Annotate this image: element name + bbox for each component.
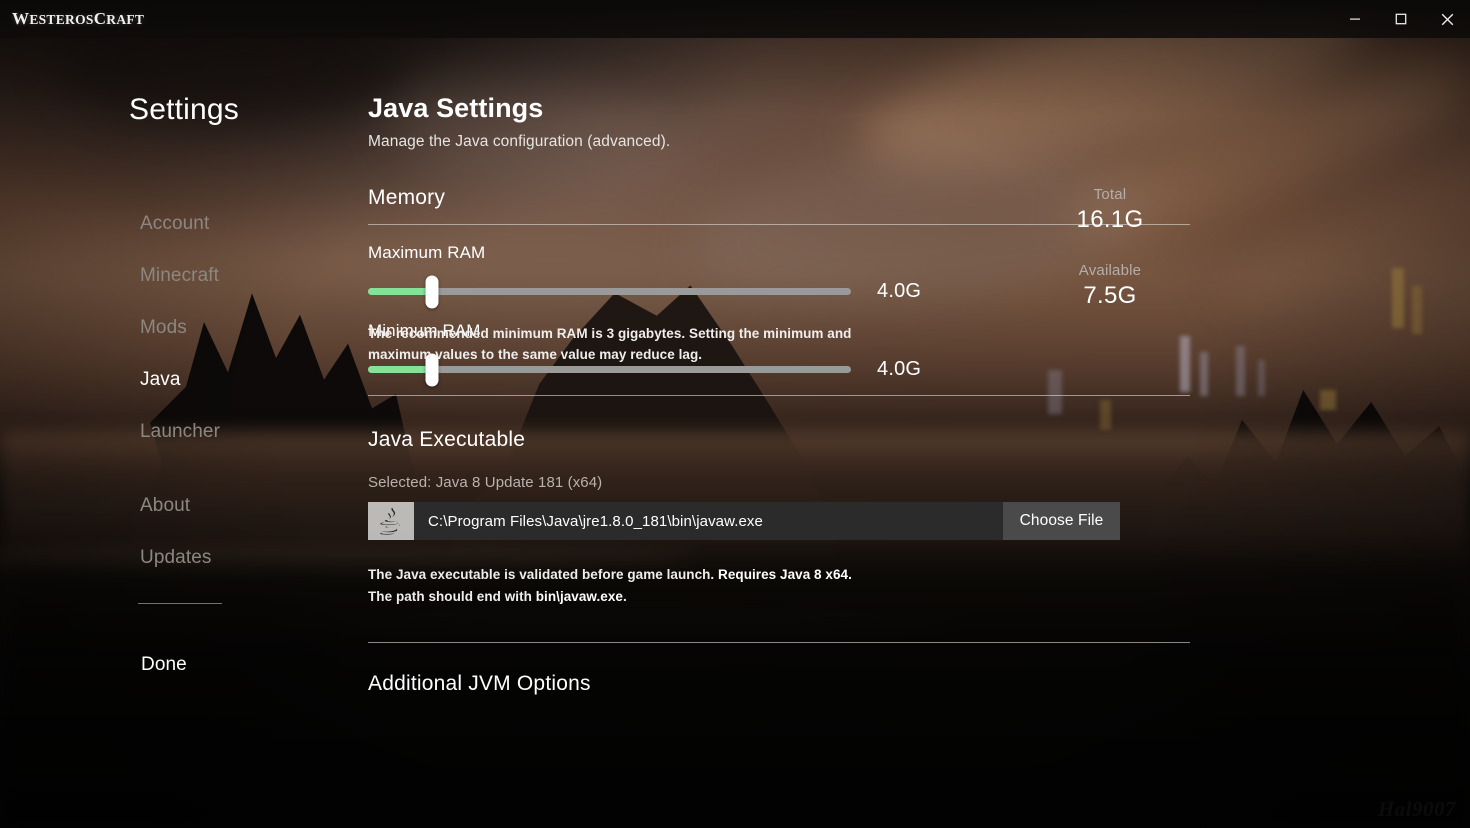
memory-note: The recommended minimum RAM is 3 gigabyt…	[368, 326, 852, 363]
brand-c: C	[93, 9, 107, 28]
java-path-input[interactable]	[414, 502, 1003, 540]
java-note-line2a: The path should end with	[368, 588, 536, 604]
close-icon[interactable]	[1424, 0, 1470, 38]
sidebar-item-updates[interactable]: Updates	[140, 542, 211, 573]
done-button[interactable]: Done	[141, 654, 187, 676]
max-ram-slider-thumb[interactable]	[425, 275, 439, 308]
jvm-options-section: Additional JVM Options	[368, 672, 591, 696]
sidebar-item-account[interactable]: Account	[140, 208, 209, 239]
maximize-icon[interactable]	[1378, 0, 1424, 38]
max-ram-value: 4.0G	[877, 280, 922, 302]
java-note-period: .	[622, 588, 627, 604]
brand-w: W	[12, 9, 30, 28]
min-ram-value: 4.0G	[877, 358, 922, 380]
stat-available-label: Available	[1078, 262, 1142, 279]
settings-main-pane: Java Settings Manage the Java configurat…	[360, 38, 1470, 828]
minimize-icon[interactable]	[1332, 0, 1378, 38]
min-ram-slider-fill	[368, 366, 432, 373]
main-subtitle: Manage the Java configuration (advanced)…	[368, 133, 671, 150]
window-controls	[1332, 0, 1470, 38]
page-title: Settings	[129, 93, 239, 126]
app-logo: WESTEROSCRAFT	[12, 9, 144, 29]
brand-esteros: ESTEROS	[29, 12, 94, 27]
stat-total: Total 16.1G	[1020, 186, 1200, 234]
settings-sidebar: Settings Account Minecraft Mods Java Lau…	[0, 38, 360, 828]
stat-total-label: Total	[1093, 186, 1127, 203]
launcher-window: WESTEROSCRAFT Settings Account Minecraft…	[0, 0, 1470, 828]
choose-file-button[interactable]: Choose File	[1003, 502, 1120, 540]
section-divider	[368, 642, 1190, 643]
sidebar-divider	[138, 603, 222, 604]
java-executable-title: Java Executable	[368, 428, 526, 451]
java-note-path-suffix: bin\javaw.exe	[535, 588, 623, 604]
main-title: Java Settings	[368, 93, 544, 123]
java-note-requires: Requires Java 8 x64.	[718, 567, 852, 582]
stat-total-value: 16.1G	[1076, 206, 1144, 233]
sidebar-item-mods[interactable]: Mods	[140, 312, 187, 343]
brand-raft: RAFT	[106, 12, 145, 27]
stat-available-value: 7.5G	[1083, 282, 1137, 309]
min-ram-slider[interactable]	[368, 353, 851, 386]
sidebar-item-minecraft[interactable]: Minecraft	[140, 260, 219, 291]
sidebar-item-about[interactable]: About	[140, 490, 190, 521]
java-icon	[368, 502, 414, 540]
title-bar: WESTEROSCRAFT	[0, 0, 1470, 38]
memory-stats: Total 16.1G Available 7.5G	[1020, 186, 1200, 338]
section-divider	[368, 395, 1190, 396]
java-executable-note: The Java executable is validated before …	[368, 564, 1198, 607]
java-note-line1a: The Java executable is validated before …	[368, 567, 719, 582]
jvm-options-title: Additional JVM Options	[368, 672, 591, 695]
sidebar-nav: Account Minecraft Mods Java Launcher Abo…	[140, 208, 340, 594]
sidebar-item-launcher[interactable]: Launcher	[140, 416, 220, 447]
max-ram-slider-fill	[368, 288, 432, 295]
java-path-row: Choose File	[368, 502, 1120, 540]
main-header: Java Settings Manage the Java configurat…	[368, 93, 670, 151]
sidebar-item-java[interactable]: Java	[140, 364, 181, 395]
java-executable-section: Java Executable Selected: Java 8 Update …	[368, 428, 1198, 607]
selected-java-label: Selected: Java 8 Update 181 (x64)	[368, 474, 603, 491]
stat-available: Available 7.5G	[1020, 262, 1200, 310]
max-ram-slider[interactable]	[368, 275, 851, 308]
